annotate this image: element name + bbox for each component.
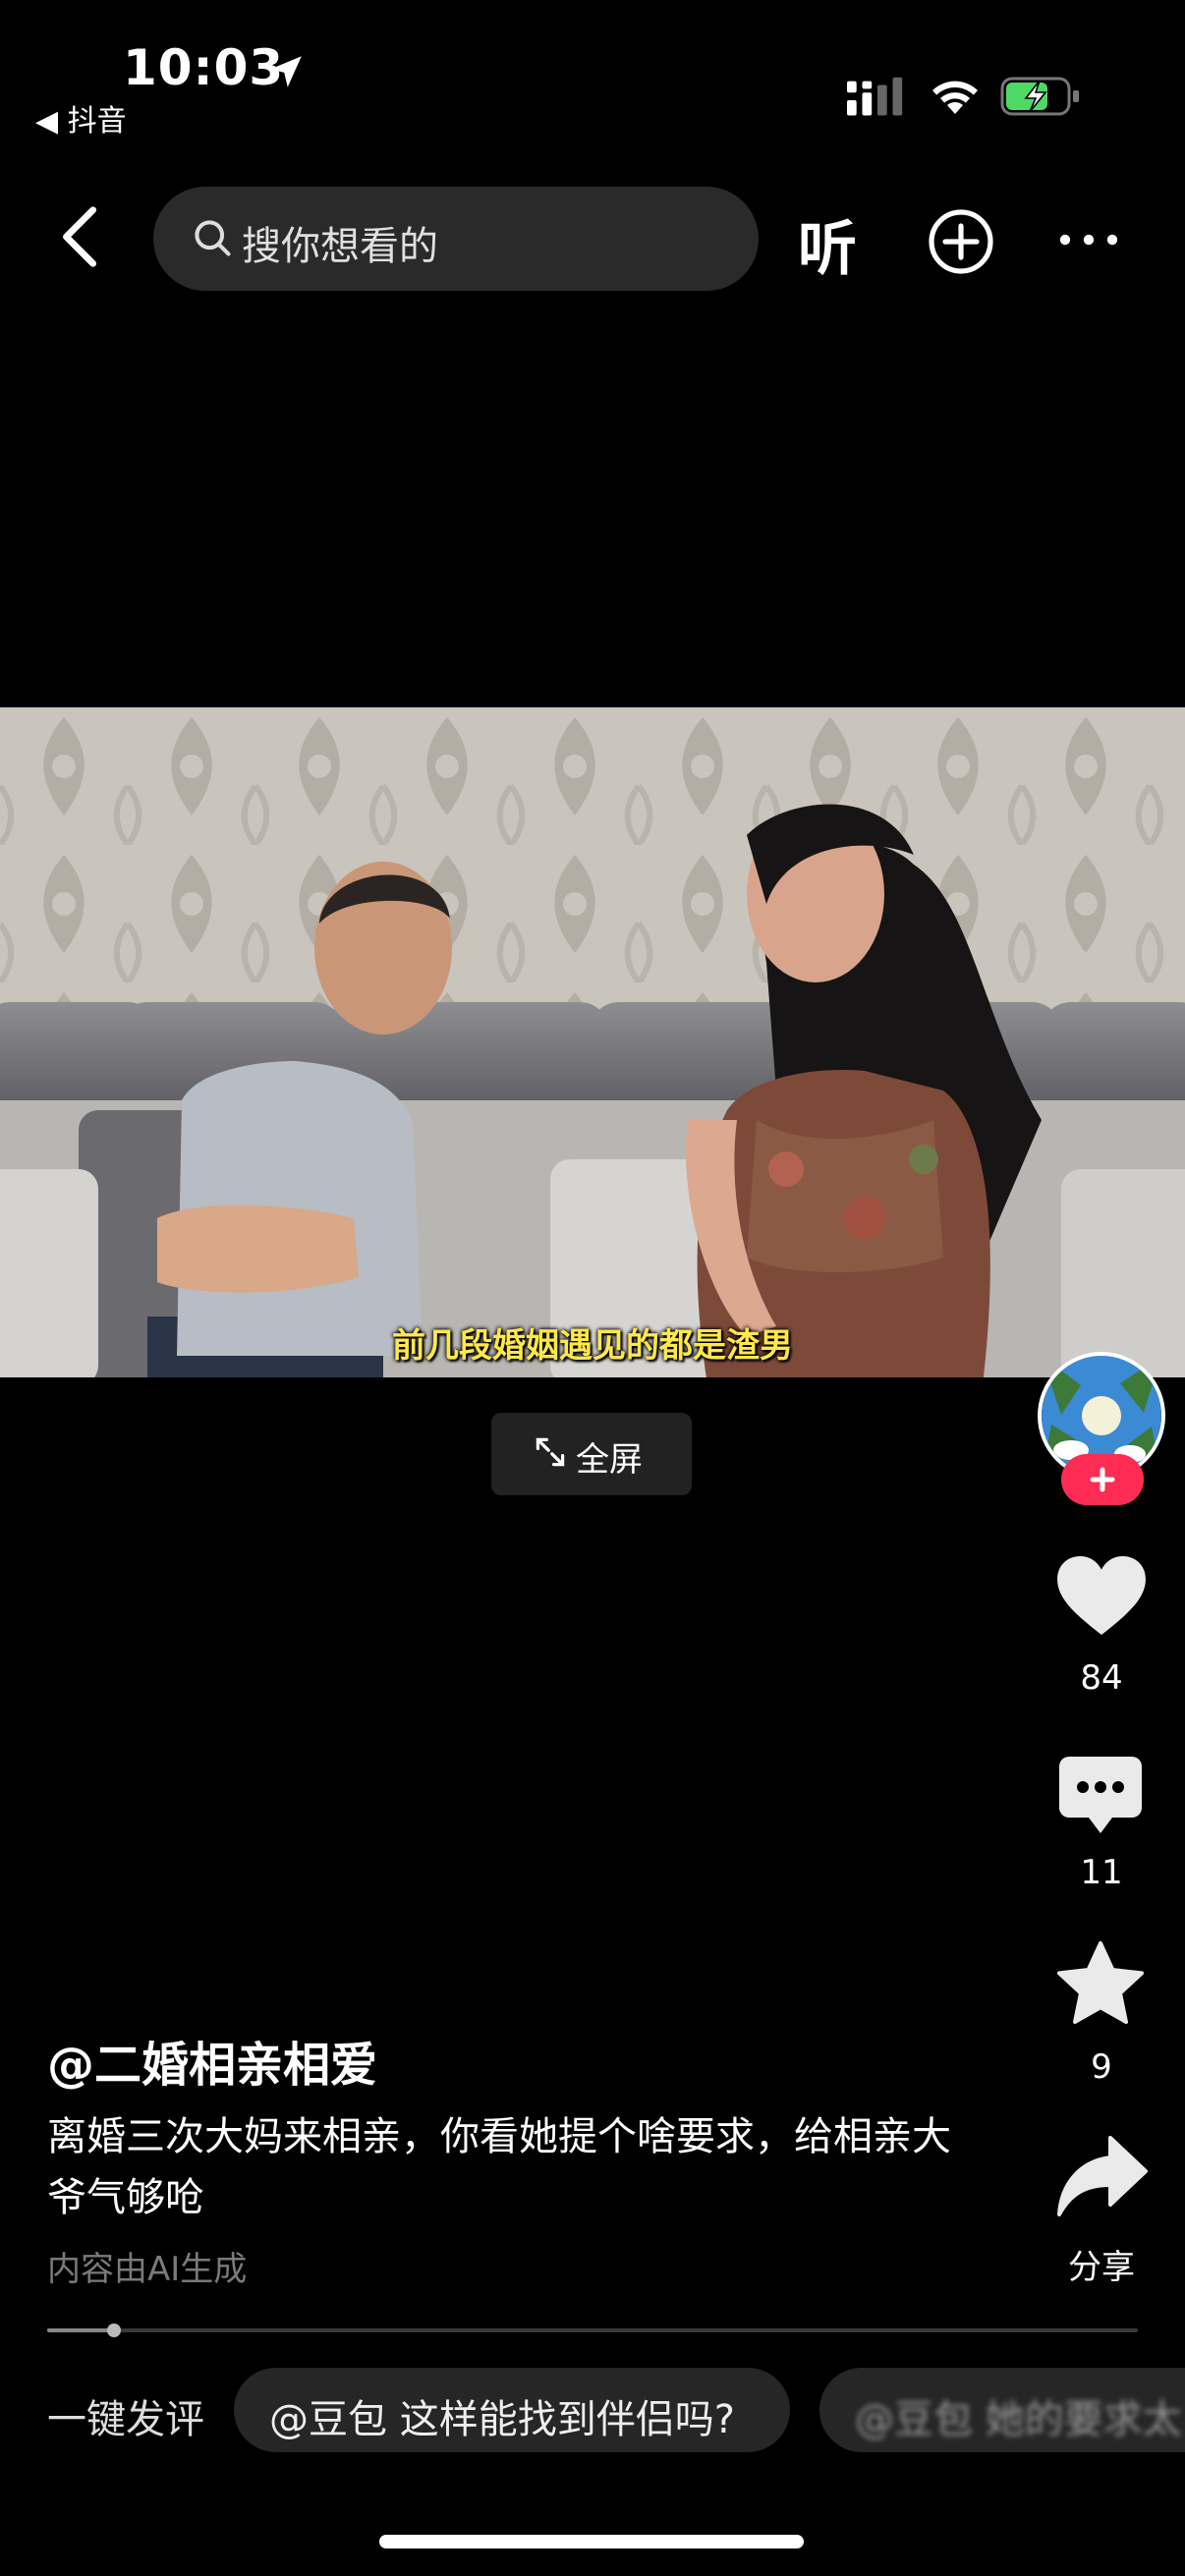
listen-button[interactable]: 听: [798, 201, 857, 287]
status-time: 10:03: [123, 39, 285, 96]
search-placeholder: 搜你想看的: [242, 224, 438, 269]
fullscreen-button[interactable]: 全屏: [491, 1413, 692, 1495]
video-player[interactable]: [0, 707, 1185, 1377]
video-frame-image: [0, 707, 1185, 1377]
heart-icon[interactable]: [1055, 1554, 1148, 1637]
quick-comment-label: 一键发评: [47, 2397, 204, 2442]
more-options-button[interactable]: [1057, 228, 1120, 252]
add-button[interactable]: [928, 208, 994, 275]
expand-icon: [536, 1437, 565, 1467]
fullscreen-label: 全屏: [576, 1440, 643, 1480]
author-name[interactable]: @二婚相亲相爱: [47, 2026, 377, 2095]
quick-comment-chip-text: @豆包 这样能找到伴侣吗?: [269, 2397, 735, 2442]
quick-comment-chip[interactable]: @豆包 这样能找到伴侣吗?: [234, 2368, 790, 2452]
star-icon[interactable]: [1055, 1939, 1146, 2028]
search-icon: [195, 220, 231, 256]
search-bar[interactable]: 搜你想看的: [153, 187, 759, 291]
progress-fill: [47, 2328, 114, 2332]
progress-bar[interactable]: [47, 2324, 1138, 2337]
video-description: 离婚三次大妈来相亲，你看她提个啥要求，给相亲大爷气够呛: [47, 2114, 951, 2220]
battery-charging-icon: [1000, 77, 1079, 116]
back-button[interactable]: [47, 202, 116, 271]
follow-button[interactable]: [1061, 1454, 1144, 1505]
back-to-app-link[interactable]: ◀ 抖音: [35, 96, 127, 140]
progress-handle[interactable]: [106, 2324, 121, 2337]
share-label: 分享: [1068, 2248, 1135, 2287]
quick-comment-chip-text: @豆包 她的要求太: [855, 2397, 1182, 2442]
ai-generated-note: 内容由AI生成: [47, 2250, 248, 2289]
comment-icon[interactable]: [1057, 1753, 1144, 1837]
video-subtitle: 前几段婚姻遇见的都是渣男: [392, 1326, 793, 1366]
quick-comment-chip[interactable]: @豆包 她的要求太: [819, 2368, 1185, 2452]
wifi-icon: [932, 81, 978, 114]
share-arrow-icon[interactable]: [1055, 2134, 1148, 2218]
cellular-signal-icon: [847, 77, 903, 116]
location-arrow-icon: [270, 56, 302, 87]
like-count: 84: [1080, 1658, 1123, 1698]
comment-count: 11: [1080, 1853, 1123, 1892]
home-indicator[interactable]: [379, 2535, 804, 2548]
favorite-count: 9: [1091, 2047, 1112, 2087]
